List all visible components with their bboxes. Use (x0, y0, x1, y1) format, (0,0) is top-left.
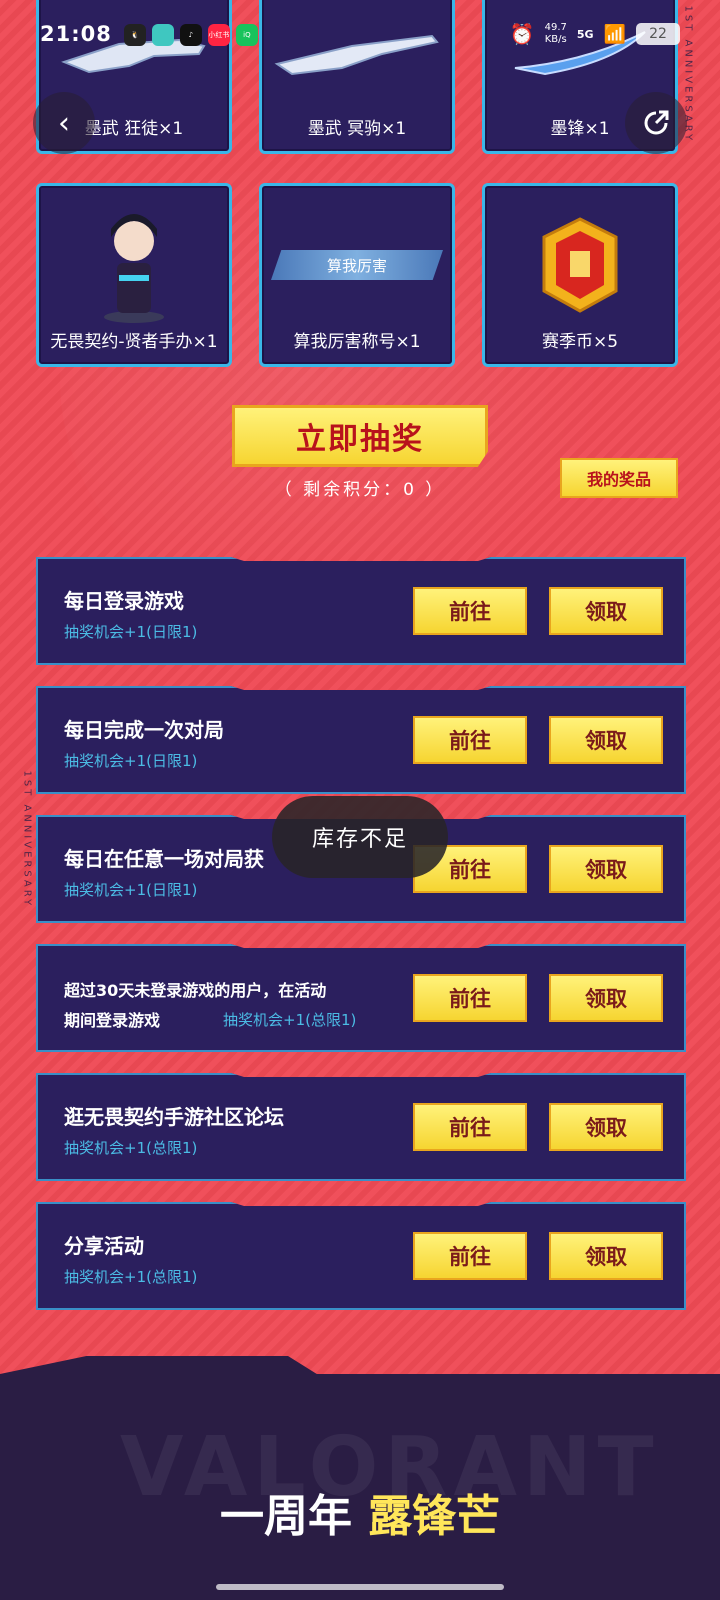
notification-icons: 🐧 ♪ 小红书 iQ (123, 24, 258, 46)
task-title: 每日登录游戏 (64, 589, 184, 613)
go-button[interactable]: 前往 (413, 587, 527, 635)
task-item: 分享活动 抽奖机会+1(总限1) 前往 领取 (36, 1202, 686, 1310)
toast-message: 库存不足 (272, 796, 448, 878)
net-speed: 49.7 KB/s (544, 22, 567, 45)
draw-now-button[interactable]: 立即抽奖 (232, 405, 488, 467)
footer-title: 一周年 露锋芒 (220, 1491, 500, 1542)
title-banner: 算我厉害 (271, 250, 443, 280)
task-reward: 抽奖机会+1(日限1) (64, 881, 198, 899)
prize-label: 墨武 狂徒×1 (84, 119, 184, 139)
prize-card: 无畏契约-贤者手办×1 (36, 183, 232, 367)
claim-button[interactable]: 领取 (549, 1232, 663, 1280)
signal-icon: 5G (576, 27, 594, 41)
prize-label: 墨锋×1 (550, 119, 610, 139)
task-reward: 抽奖机会+1(总限1) (64, 1139, 198, 1157)
my-prizes-button[interactable]: 我的奖品 (560, 458, 678, 498)
back-button[interactable]: ‹ (33, 92, 95, 154)
task-item: 每日完成一次对局 抽奖机会+1(日限1) 前往 领取 (36, 686, 686, 794)
task-reward: 抽奖机会+1(日限1) (64, 623, 198, 641)
side-text-left: 1ST ANNIVERSARY (21, 770, 33, 909)
alarm-icon: ⏰ (509, 22, 535, 46)
go-button[interactable]: 前往 (413, 1103, 527, 1151)
task-title: 每日在任意一场对局获 (64, 847, 264, 871)
figurine-icon (39, 210, 229, 323)
prize-label: 无畏契约-贤者手办×1 (50, 332, 218, 352)
prize-card: 算我厉害 算我厉害称号×1 (259, 183, 455, 367)
status-right: ⏰ 49.7 KB/s 5G 📶 22 (510, 22, 680, 46)
task-reward: 抽奖机会+1(总限1) (64, 1268, 198, 1286)
claim-button[interactable]: 领取 (549, 974, 663, 1022)
iqiyi-icon: iQ (235, 24, 258, 46)
app-icon (151, 24, 174, 46)
chevron-left-icon: ‹ (58, 105, 70, 141)
footer-banner: VALORANT 一周年 露锋芒 (0, 1356, 720, 1600)
task-item: 每日登录游戏 抽奖机会+1(日限1) 前往 领取 (36, 557, 686, 665)
prize-card: 赛季币×5 (482, 183, 678, 367)
battery-icon: 22 (636, 23, 680, 45)
title-banner-art: 算我厉害 (262, 210, 452, 320)
tiktok-icon: ♪ (179, 24, 202, 46)
go-button[interactable]: 前往 (413, 716, 527, 764)
status-bar: 21:08 🐧 ♪ 小红书 iQ ⏰ 49.7 KB/s 5G 📶 22 (0, 0, 720, 72)
claim-button[interactable]: 领取 (549, 1103, 663, 1151)
task-title: 每日完成一次对局 (64, 718, 224, 742)
coin-icon (485, 210, 675, 320)
share-button[interactable] (625, 92, 687, 154)
task-reward: 抽奖机会+1(日限1) (64, 752, 198, 770)
task-item: 逛无畏契约手游社区论坛 抽奖机会+1(总限1) 前往 领取 (36, 1073, 686, 1181)
home-indicator[interactable] (216, 1584, 504, 1590)
claim-button[interactable]: 领取 (549, 716, 663, 764)
qq-icon: 🐧 (123, 24, 146, 46)
prize-label: 墨武 冥驹×1 (307, 119, 407, 139)
footer-edge-decoration (0, 1356, 720, 1386)
prize-grid-row-2: 无畏契约-贤者手办×1 算我厉害 算我厉害称号×1 赛季币×5 (36, 183, 686, 367)
claim-button[interactable]: 领取 (549, 587, 663, 635)
share-icon (644, 110, 669, 135)
xiaohongshu-icon: 小红书 (207, 24, 230, 46)
task-title: 分享活动 (64, 1234, 144, 1258)
task-reward: 抽奖机会+1(总限1) (223, 1011, 357, 1029)
task-title: 逛无畏契约手游社区论坛 (64, 1105, 284, 1129)
prize-label: 赛季币×5 (541, 332, 619, 352)
status-time: 21:08 (40, 22, 112, 46)
go-button[interactable]: 前往 (413, 974, 527, 1022)
go-button[interactable]: 前往 (413, 1232, 527, 1280)
claim-button[interactable]: 领取 (549, 845, 663, 893)
prize-label: 算我厉害称号×1 (293, 332, 421, 352)
wifi-icon: 📶 (603, 23, 626, 45)
task-item: 超过30天未登录游戏的用户，在活动 期间登录游戏 抽奖机会+1(总限1) 前往 … (36, 944, 686, 1052)
